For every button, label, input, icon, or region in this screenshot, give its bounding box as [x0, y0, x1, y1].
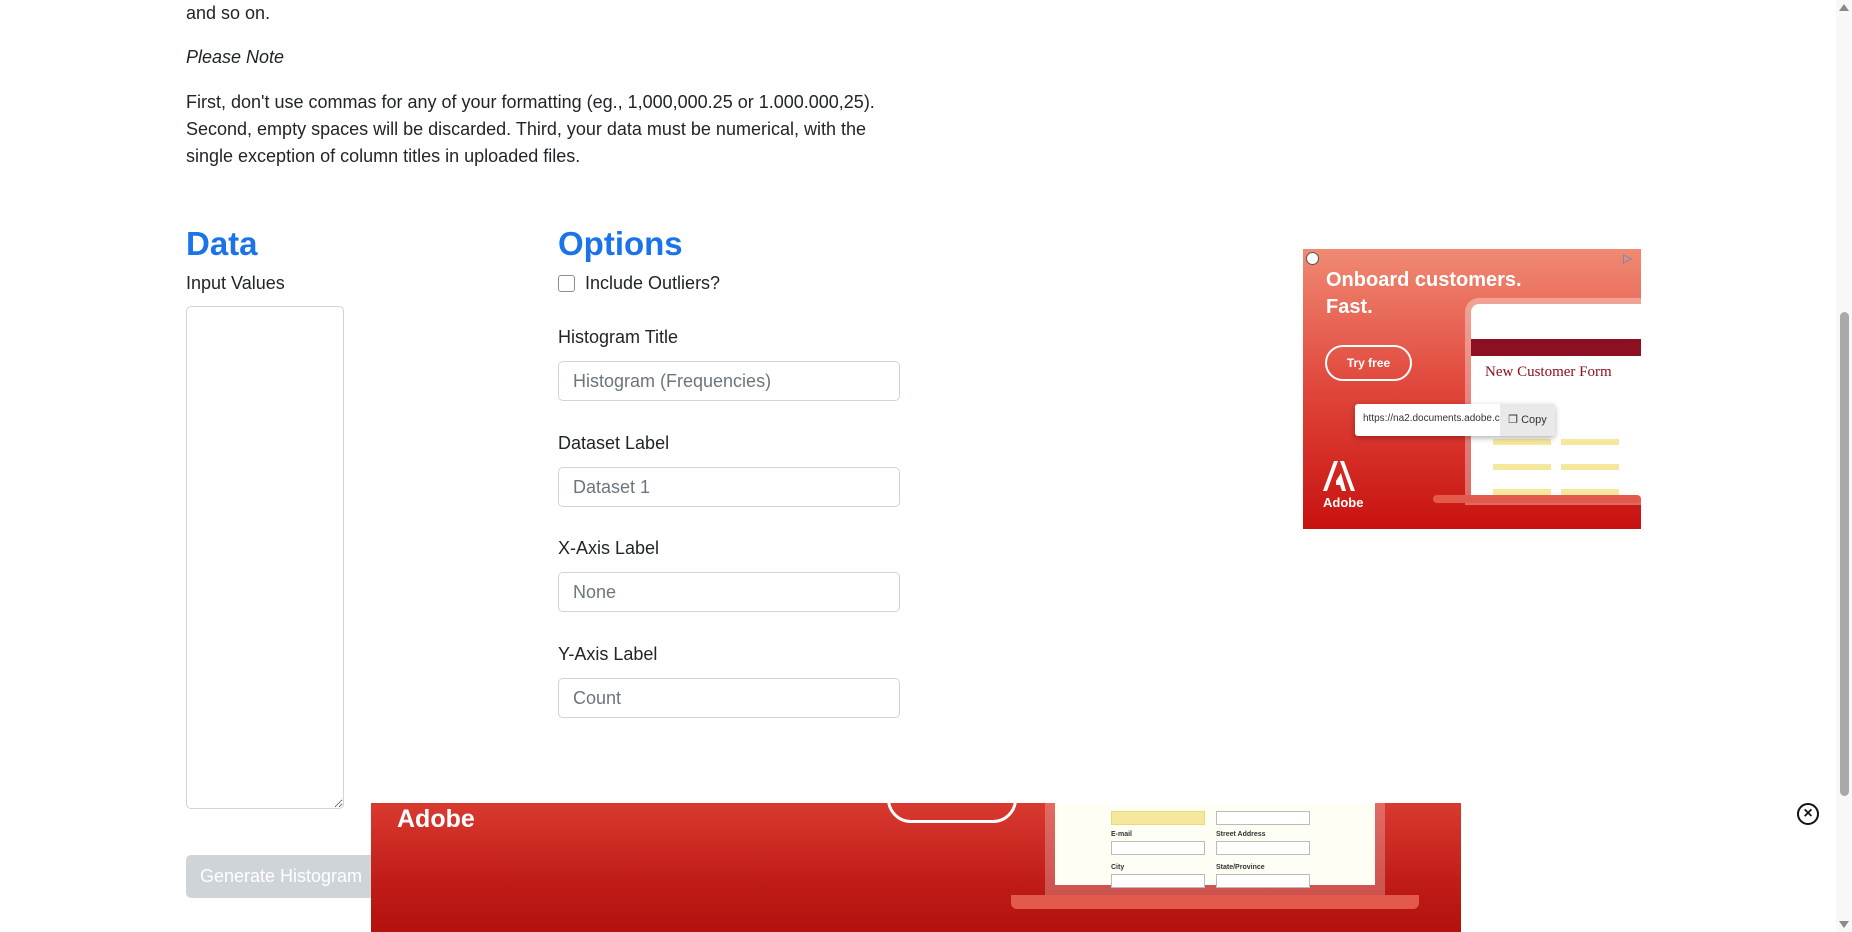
copy-icon: ❐	[1508, 414, 1522, 426]
bottom-ad-cta-outline[interactable]	[887, 803, 1017, 823]
dataset-label-input[interactable]	[558, 467, 900, 507]
bottom-ad-state-label: State/Province	[1216, 864, 1265, 871]
histogram-title-label: Histogram Title	[558, 327, 679, 347]
please-note-heading: Please Note	[186, 47, 285, 67]
note-line-3: single exception of column titles in upl…	[186, 146, 581, 166]
ad-form-field	[1561, 439, 1619, 445]
ad-laptop-stand	[1433, 495, 1641, 503]
bottom-ad-laptop-stand	[1011, 895, 1419, 909]
ad-privacy-icon[interactable]	[1306, 252, 1319, 265]
ad-form-title: New Customer Form	[1485, 364, 1612, 380]
ad-copy-button: ❐ Copy	[1500, 404, 1555, 436]
bottom-advertisement[interactable]: Adobe E-mail Street Address City State/P…	[371, 803, 1461, 932]
bottom-ad-laptop-image: E-mail Street Address City State/Provinc…	[1055, 803, 1375, 888]
bottom-ad-city-label: City	[1111, 864, 1125, 871]
bottom-ad-form-field	[1216, 811, 1310, 825]
bottom-ad-form-field	[1216, 874, 1310, 888]
scroll-up-arrow-icon[interactable]	[1839, 4, 1849, 11]
y-axis-label-input[interactable]	[558, 678, 900, 718]
dataset-label-label: Dataset Label	[558, 433, 670, 453]
close-ad-icon[interactable]: ×	[1797, 803, 1819, 825]
ad-laptop-image: New Customer Form	[1471, 304, 1641, 499]
scroll-thumb[interactable]	[1840, 312, 1849, 796]
input-values-label: Input Values	[186, 273, 285, 293]
note-line-1: First, don't use commas for any of your …	[186, 92, 875, 112]
bottom-ad-form-field	[1111, 811, 1205, 825]
intro-and-so-on: and so on.	[186, 3, 271, 23]
ad-form-field	[1493, 464, 1551, 470]
x-axis-label-input[interactable]	[558, 572, 900, 612]
adobe-logo-icon	[1323, 461, 1355, 491]
include-outliers-checkbox[interactable]	[558, 275, 575, 292]
data-heading: Data	[186, 225, 258, 262]
ad-brand-name: Adobe	[1323, 495, 1364, 510]
bottom-ad-brand-name: Adobe	[397, 805, 475, 833]
note-line-2: Second, empty spaces will be discarded. …	[186, 119, 867, 139]
histogram-title-input[interactable]	[558, 361, 900, 401]
ad-headline-line1: Onboard customers.	[1326, 269, 1522, 291]
side-advertisement[interactable]: ▷ Onboard customers. Fast. Try free New …	[1303, 249, 1641, 529]
bottom-ad-form-field	[1216, 841, 1310, 855]
ad-form-field	[1493, 439, 1551, 445]
options-heading: Options	[558, 225, 683, 262]
page-scrollbar[interactable]	[1836, 0, 1852, 932]
input-values-textarea[interactable]	[186, 306, 344, 809]
ad-copy-label: Copy	[1521, 414, 1547, 426]
note-paragraph: First, don't use commas for any of your …	[186, 89, 906, 170]
try-free-button[interactable]: Try free	[1325, 345, 1412, 381]
bottom-ad-email-label: E-mail	[1111, 831, 1133, 838]
ad-url-copy-box: https://na2.documents.adobe.com ❐ Copy	[1355, 404, 1555, 436]
bottom-ad-street-label: Street Address	[1216, 831, 1266, 838]
y-axis-label-label: Y-Axis Label	[558, 644, 658, 664]
scroll-down-arrow-icon[interactable]	[1839, 921, 1849, 928]
ad-form-field	[1561, 464, 1619, 470]
bottom-ad-form-field	[1111, 841, 1205, 855]
ad-url-text: https://na2.documents.adobe.com	[1363, 413, 1514, 424]
include-outliers-label: Include Outliers?	[585, 273, 721, 293]
ad-form-banner	[1471, 339, 1641, 356]
bottom-ad-form-field	[1111, 874, 1205, 888]
generate-histogram-button[interactable]: Generate Histogram	[186, 855, 376, 898]
ad-choices-icon[interactable]: ▷	[1623, 251, 1637, 265]
x-axis-label-label: X-Axis Label	[558, 538, 660, 558]
